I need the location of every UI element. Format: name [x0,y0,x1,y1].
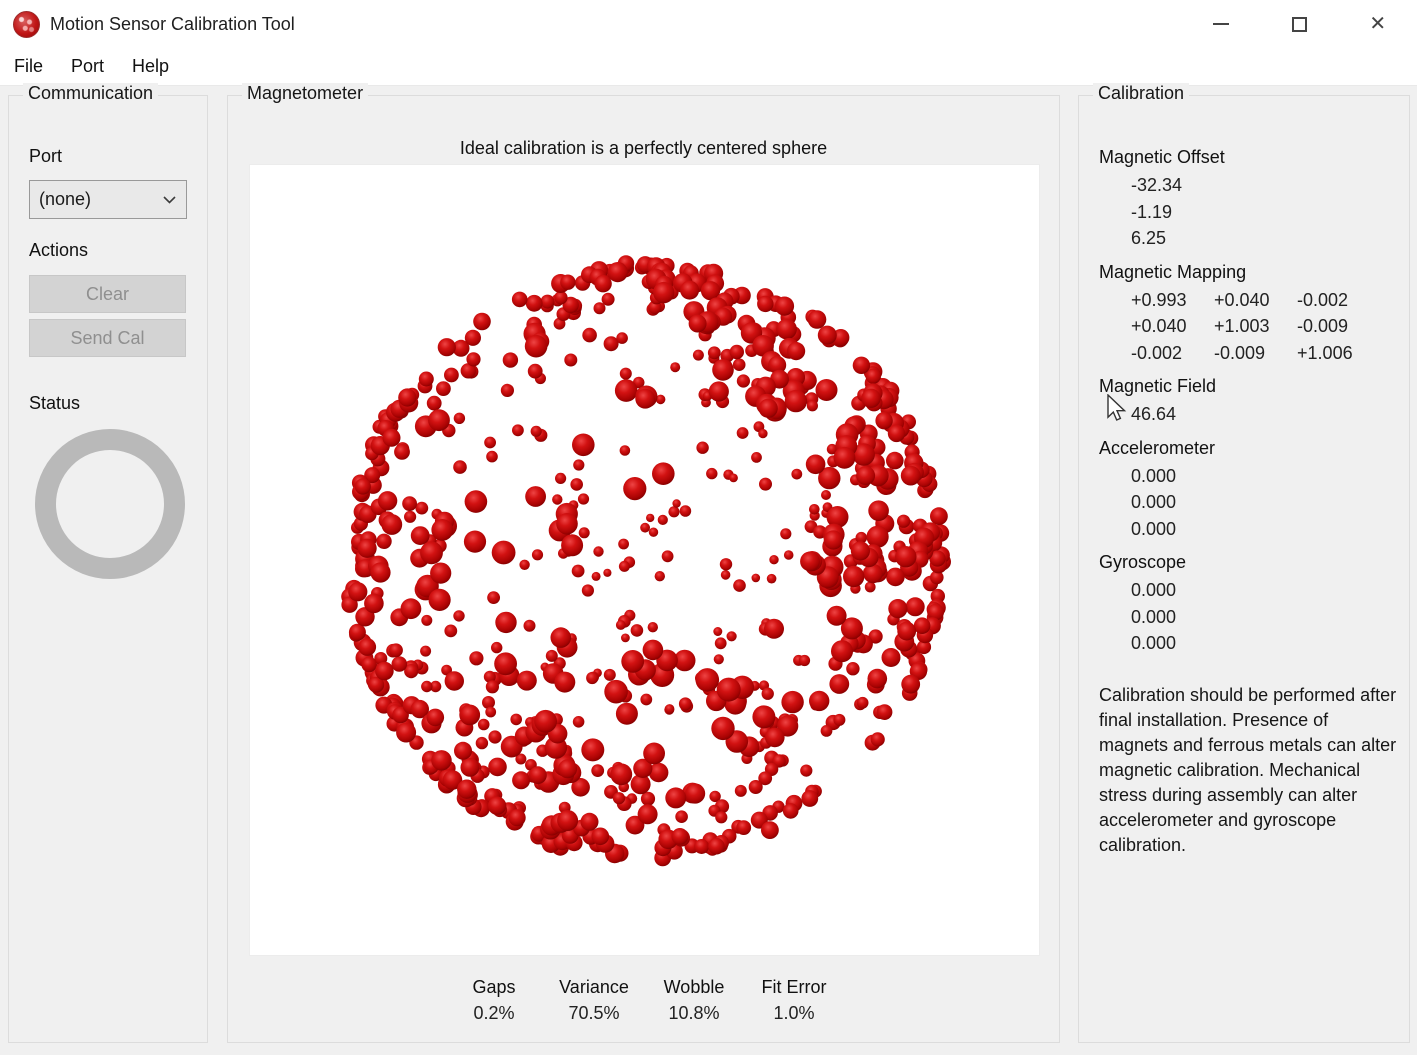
matrix-cell-12: -0.009 [1297,313,1375,340]
status-label: Status [29,393,80,414]
window-controls: ✕ [1182,0,1417,48]
matrix-cell-00: +0.993 [1131,287,1209,314]
menu-port[interactable]: Port [57,52,118,81]
magnetometer-caption: Ideal calibration is a perfectly centere… [228,138,1059,159]
stat-gaps-value: 0.2% [444,1000,544,1026]
port-label: Port [29,146,62,167]
menu-file[interactable]: File [0,52,57,81]
app-icon [13,11,40,38]
close-button[interactable]: ✕ [1355,7,1401,41]
matrix-row: -0.002 -0.009 +1.006 [1131,340,1395,367]
matrix-cell-20: -0.002 [1131,340,1209,367]
accelerometer-y: 0.000 [1131,489,1395,516]
magnetic-offset-z: 6.25 [1131,225,1395,252]
stat-wobble-value: 10.8% [644,1000,744,1026]
clear-button-label: Clear [86,284,129,305]
magnetic-offset-label: Magnetic Offset [1099,146,1395,169]
port-select[interactable]: (none) [29,180,187,219]
stat-gaps: Gaps 0.2% [444,974,544,1026]
calibration-point-cloud [250,165,1041,957]
send-cal-button[interactable]: Send Cal [29,319,186,357]
magnetometer-3d-view [249,164,1040,956]
client-area: Communication Port (none) Actions Clear … [0,87,1417,1055]
stat-wobble: Wobble 10.8% [644,974,744,1026]
communication-group: Communication Port (none) Actions Clear … [8,95,208,1043]
app-window: Motion Sensor Calibration Tool ✕ File Po… [0,0,1417,1055]
gyroscope-label: Gyroscope [1099,551,1395,574]
minimize-button[interactable] [1198,7,1244,41]
magnetic-mapping-label: Magnetic Mapping [1099,261,1395,284]
calibration-group: Calibration Magnetic Offset -32.34 -1.19… [1078,95,1410,1043]
stat-fit-error: Fit Error 1.0% [744,974,844,1026]
accelerometer-z: 0.000 [1131,516,1395,543]
status-indicator-ring [35,429,185,579]
calibration-readouts: Magnetic Offset -32.34 -1.19 6.25 Magnet… [1079,96,1409,1042]
quality-stats: Gaps 0.2% Variance 70.5% Wobble 10.8% Fi… [444,974,844,1026]
calibration-note: Calibration should be performed after fi… [1099,683,1399,858]
magnetic-mapping-matrix: +0.993 +0.040 -0.002 +0.040 +1.003 -0.00… [1131,287,1395,367]
title-bar: Motion Sensor Calibration Tool ✕ [0,0,1417,48]
stat-wobble-label: Wobble [644,974,744,1000]
chevron-down-icon [163,196,176,204]
stat-fit-error-label: Fit Error [744,974,844,1000]
accelerometer-label: Accelerometer [1099,437,1395,460]
matrix-cell-10: +0.040 [1131,313,1209,340]
gyroscope-x: 0.000 [1131,577,1395,604]
magnetic-field-value: 46.64 [1131,401,1395,428]
matrix-row: +0.040 +1.003 -0.009 [1131,313,1395,340]
maximize-button[interactable] [1276,7,1322,41]
gyroscope-z: 0.000 [1131,630,1395,657]
stat-fit-error-value: 1.0% [744,1000,844,1026]
close-icon: ✕ [1369,14,1386,34]
communication-group-label: Communication [23,83,158,104]
port-select-value: (none) [39,189,91,210]
stat-gaps-label: Gaps [444,974,544,1000]
actions-label: Actions [29,240,88,261]
accelerometer-values: 0.000 0.000 0.000 [1131,463,1395,543]
magnetic-offset-y: -1.19 [1131,199,1395,226]
send-cal-button-label: Send Cal [70,328,144,349]
stat-variance-label: Variance [544,974,644,1000]
gyroscope-values: 0.000 0.000 0.000 [1131,577,1395,657]
matrix-cell-01: +0.040 [1214,287,1292,314]
magnetic-field-label: Magnetic Field [1099,375,1395,398]
stat-variance-value: 70.5% [544,1000,644,1026]
stat-variance: Variance 70.5% [544,974,644,1026]
menu-bar: File Port Help [0,48,1417,86]
maximize-icon [1292,17,1307,32]
window-title: Motion Sensor Calibration Tool [50,14,295,35]
magnetic-offset-values: -32.34 -1.19 6.25 [1131,172,1395,252]
gyroscope-y: 0.000 [1131,604,1395,631]
menu-help[interactable]: Help [118,52,183,81]
accelerometer-x: 0.000 [1131,463,1395,490]
matrix-cell-11: +1.003 [1214,313,1292,340]
matrix-cell-02: -0.002 [1297,287,1375,314]
matrix-row: +0.993 +0.040 -0.002 [1131,287,1395,314]
matrix-cell-21: -0.009 [1214,340,1292,367]
magnetometer-group-label: Magnetometer [242,83,368,104]
magnetometer-group: Magnetometer Ideal calibration is a perf… [227,95,1060,1043]
matrix-cell-22: +1.006 [1297,340,1375,367]
minimize-icon [1213,23,1229,25]
magnetic-offset-x: -32.34 [1131,172,1395,199]
clear-button[interactable]: Clear [29,275,186,313]
